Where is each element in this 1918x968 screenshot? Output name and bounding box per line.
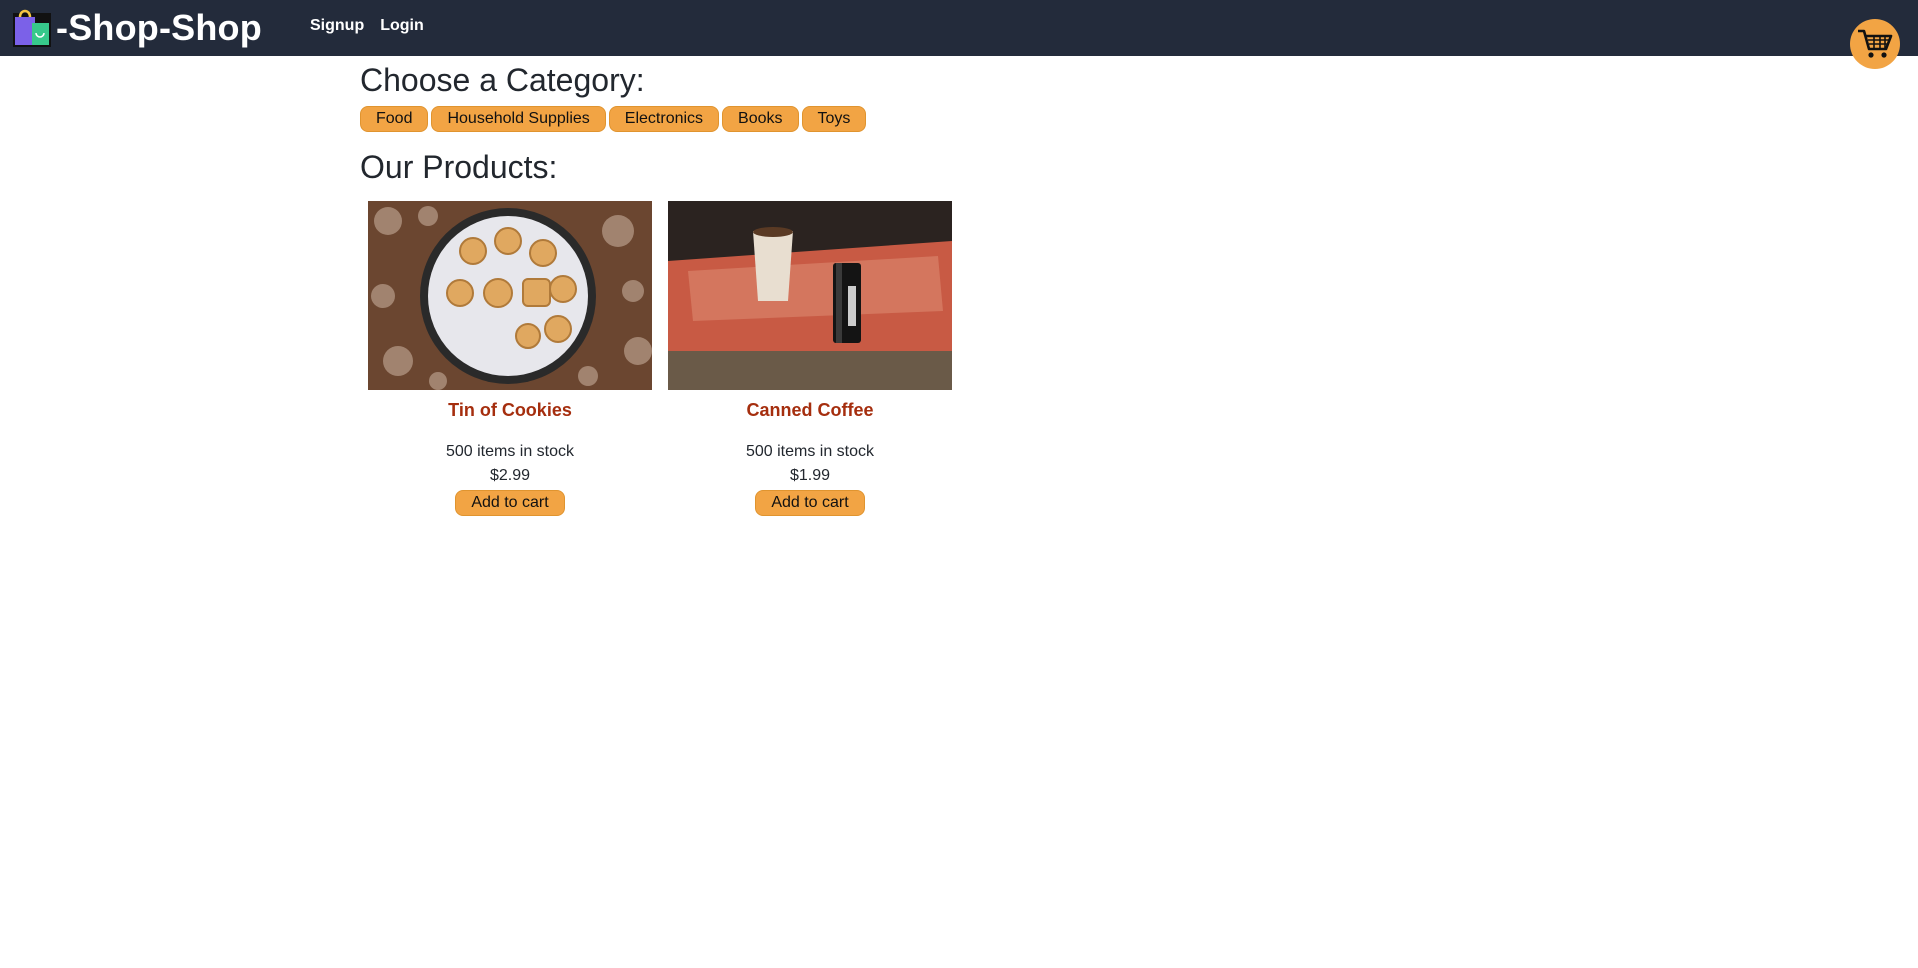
category-household-supplies-button[interactable]: Household Supplies [431,106,606,132]
product-price: $2.99 [489,467,531,484]
canned-coffee-image[interactable] [668,201,952,390]
brand[interactable]: -Shop-Shop [12,6,262,50]
brand-title: -Shop-Shop [56,7,262,48]
category-toys-button[interactable]: Toys [801,106,867,132]
nav-links: Signup Login [310,17,424,35]
product-card: Tin of Cookies 500 items in stock $2.99 … [368,201,652,516]
add-to-cart-button[interactable]: Add to cart [455,490,565,516]
product-stock: 500 items in stock [745,443,875,460]
category-electronics-button[interactable]: Electronics [608,106,720,132]
cart-button[interactable] [1850,19,1900,69]
category-books-button[interactable]: Books [722,106,799,132]
shopping-cart-icon [1858,29,1893,58]
category-food-button[interactable]: Food [360,106,429,132]
signup-link[interactable]: Signup [310,17,364,35]
add-to-cart-button[interactable]: Add to cart [755,490,865,516]
product-stock: 500 items in stock [445,443,575,460]
category-list: Food Household Supplies Electronics Book… [360,106,867,132]
product-list: Tin of Cookies 500 items in stock $2.99 … [368,201,952,516]
product-card: Canned Coffee 500 items in stock $1.99 A… [668,201,952,516]
tin-of-cookies-image[interactable] [368,201,652,390]
category-heading: Choose a Category: [360,62,645,98]
login-link[interactable]: Login [380,17,424,35]
product-title[interactable]: Canned Coffee [668,400,952,432]
product-title[interactable]: Tin of Cookies [368,400,652,432]
products-heading: Our Products: [360,149,558,185]
shopping-bag-icon [13,9,51,47]
product-price: $1.99 [789,467,831,484]
navbar: -Shop-Shop Signup Login [0,0,1918,56]
